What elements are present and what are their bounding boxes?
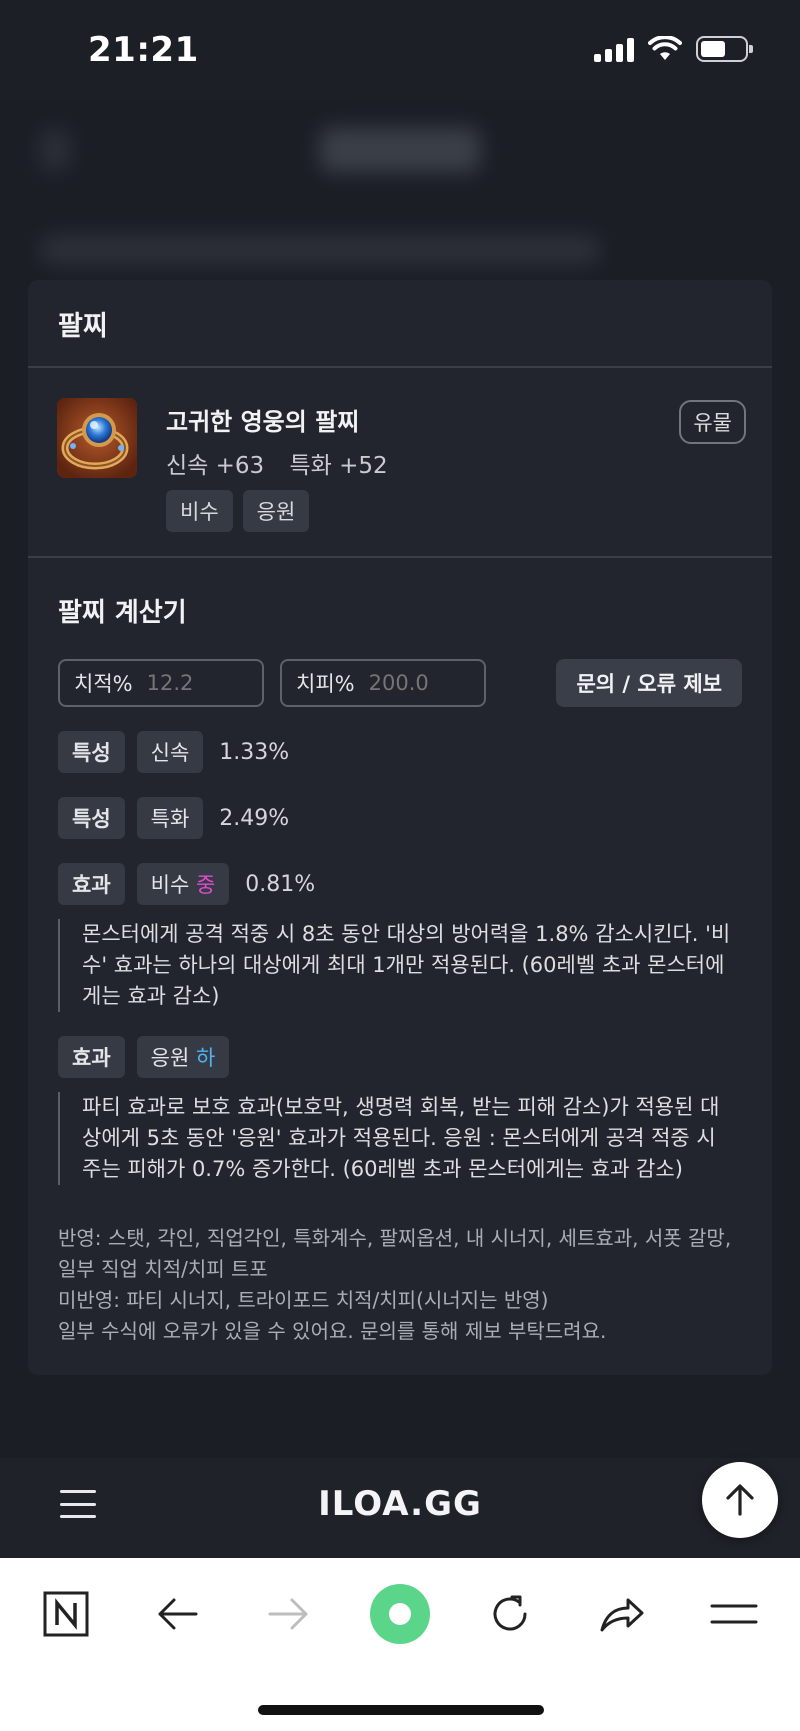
effect-type-chip: 효과 bbox=[58, 1036, 125, 1078]
share-icon[interactable] bbox=[592, 1588, 652, 1640]
stat-value: 2.49% bbox=[219, 805, 290, 831]
effect-value: 0.81% bbox=[245, 871, 316, 897]
bracelet-tag: 응원 bbox=[242, 490, 310, 532]
site-bottom-bar: ILOA.GG bbox=[0, 1458, 800, 1558]
back-arrow-icon[interactable] bbox=[148, 1588, 208, 1640]
stat-name-chip: 신속 bbox=[136, 731, 204, 773]
effect-name-chip: 응원 하 bbox=[136, 1036, 230, 1078]
effect-type-chip: 효과 bbox=[58, 863, 125, 905]
cellular-signal-icon bbox=[594, 36, 634, 62]
stat-row: 특성 특화 2.49% bbox=[58, 797, 742, 839]
bracelet-name: 고귀한 영웅의 팔찌 bbox=[166, 408, 360, 436]
effect-level: 하 bbox=[195, 1046, 216, 1070]
effect-name: 비수 bbox=[150, 873, 190, 897]
stat-type-chip: 특성 bbox=[58, 731, 125, 773]
naver-n-icon[interactable] bbox=[36, 1588, 96, 1640]
crit-damage-label: 치피% bbox=[296, 672, 355, 696]
bracelet-tags: 비수 응원 bbox=[166, 490, 310, 532]
scroll-to-top-button[interactable] bbox=[702, 1462, 778, 1538]
effect-name-chip: 비수 중 bbox=[136, 863, 230, 905]
bracelet-stat: 신속 +63 bbox=[166, 453, 265, 479]
browser-menu-icon[interactable] bbox=[704, 1588, 764, 1640]
card-header: 팔찌 bbox=[28, 280, 772, 368]
note-line: 미반영: 파티 시너지, 트라이포드 치적/치피(시너지는 반영) bbox=[58, 1288, 549, 1312]
crit-rate-field[interactable]: 치적% bbox=[58, 659, 264, 707]
bracelet-stat: 특화 +52 bbox=[289, 453, 388, 479]
bracelet-item: 고귀한 영웅의 팔찌 신속 +63 특화 +52 비수 응원 유물 bbox=[28, 368, 772, 558]
forward-arrow-icon[interactable] bbox=[258, 1588, 318, 1640]
bracelet-card: 팔찌 고귀한 영웅의 팔찌 신속 +63 특화 +52 비수 응원 유물 팔찌 … bbox=[28, 280, 772, 1375]
site-logo[interactable]: ILOA.GG bbox=[0, 1484, 800, 1524]
page: 21:21 팔찌 고귀한 영웅의 팔찌 신속 +63 특화 +52 비수 응원 … bbox=[0, 0, 800, 1731]
reload-icon[interactable] bbox=[480, 1588, 540, 1640]
bracelet-stats: 신속 +63 특화 +52 bbox=[166, 446, 406, 480]
card-title: 팔찌 bbox=[58, 310, 108, 342]
wifi-icon bbox=[648, 36, 682, 60]
battery-icon bbox=[696, 36, 753, 62]
calculator-notes: 반영: 스탯, 각인, 직업각인, 특화계수, 팔찌옵션, 내 시너지, 세트효… bbox=[58, 1223, 742, 1347]
crit-damage-field[interactable]: 치피% bbox=[280, 659, 486, 707]
stat-row: 특성 신속 1.33% bbox=[58, 731, 742, 773]
crit-damage-input[interactable] bbox=[368, 671, 469, 695]
effect-row: 효과 응원 하 bbox=[58, 1036, 742, 1078]
note-line: 일부 수식에 오류가 있을 수 있어요. 문의를 통해 제보 부탁드려요. bbox=[58, 1319, 607, 1343]
home-indicator bbox=[258, 1705, 544, 1715]
status-icons bbox=[594, 36, 753, 62]
effect-row: 효과 비수 중 0.81% bbox=[58, 863, 742, 905]
report-button[interactable]: 문의 / 오류 제보 bbox=[556, 659, 742, 707]
grade-badge: 유물 bbox=[679, 400, 746, 444]
stat-type-chip: 특성 bbox=[58, 797, 125, 839]
calculator-inputs: 치적% 치피% 문의 / 오류 제보 bbox=[58, 659, 742, 707]
effect-description: 몬스터에게 공격 적중 시 8초 동안 대상의 방어력을 1.8% 감소시킨다.… bbox=[58, 919, 738, 1012]
status-time: 21:21 bbox=[88, 30, 199, 70]
calculator-title: 팔찌 계산기 bbox=[58, 598, 187, 628]
blurred-background bbox=[0, 100, 800, 280]
effect-description: 파티 효과로 보호 효과(보호막, 생명력 회복, 받는 피해 감소)가 적용된… bbox=[58, 1092, 738, 1185]
stat-value: 1.33% bbox=[219, 739, 290, 765]
arrow-up-icon bbox=[726, 1484, 754, 1516]
effect-level: 중 bbox=[195, 873, 216, 897]
bracelet-calculator: 팔찌 계산기 치적% 치피% 문의 / 오류 제보 특성 신속 1.33% 특성 bbox=[28, 592, 772, 1347]
bracelet-icon bbox=[57, 398, 137, 478]
effect-name: 응원 bbox=[150, 1046, 190, 1070]
status-bar: 21:21 bbox=[0, 0, 800, 100]
stat-name-chip: 특화 bbox=[136, 797, 204, 839]
crit-rate-label: 치적% bbox=[74, 672, 133, 696]
note-line: 반영: 스탯, 각인, 직업각인, 특화계수, 팔찌옵션, 내 시너지, 세트효… bbox=[58, 1226, 732, 1281]
crit-rate-input[interactable] bbox=[146, 671, 247, 695]
browser-toolbar bbox=[0, 1558, 800, 1731]
bracelet-tag: 비수 bbox=[166, 490, 233, 532]
green-dot-icon[interactable] bbox=[368, 1582, 432, 1646]
